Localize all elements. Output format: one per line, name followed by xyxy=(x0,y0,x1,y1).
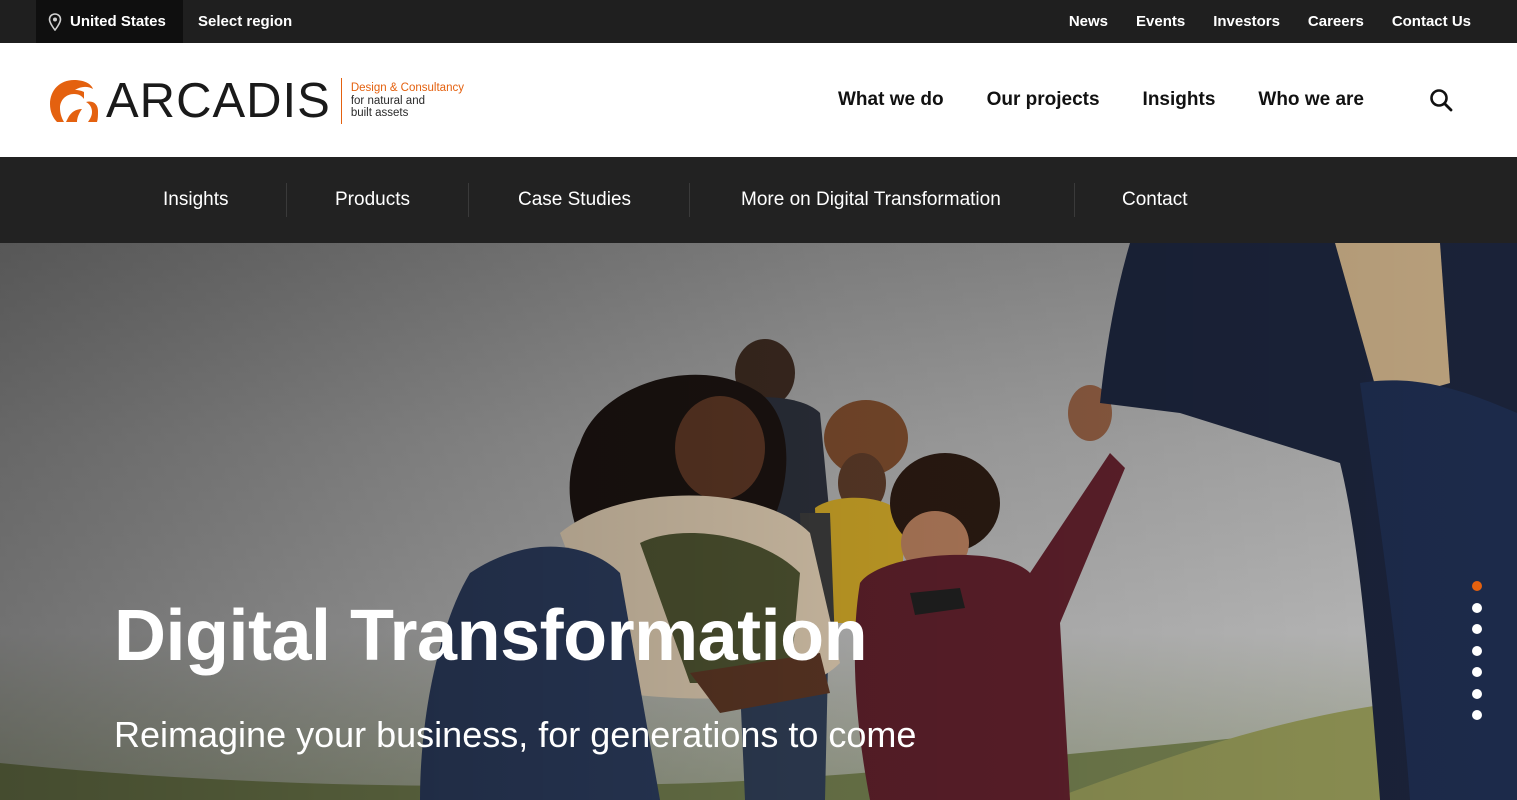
location-pin-icon xyxy=(48,12,62,31)
nav-insights[interactable]: Insights xyxy=(1143,89,1216,111)
subnav-divider xyxy=(468,183,469,217)
subnav-products[interactable]: Products xyxy=(335,157,410,243)
subnav-more-on-digital-transformation[interactable]: More on Digital Transformation xyxy=(741,157,1001,243)
nav-what-we-do[interactable]: What we do xyxy=(838,89,944,111)
contact-us-link[interactable]: Contact Us xyxy=(1392,13,1471,30)
investors-link[interactable]: Investors xyxy=(1213,13,1280,30)
region-label: United States xyxy=(70,13,166,30)
carousel-dots xyxy=(1472,581,1482,720)
carousel-dot[interactable] xyxy=(1472,667,1482,677)
subnav-case-studies[interactable]: Case Studies xyxy=(518,157,631,243)
news-link[interactable]: News xyxy=(1069,13,1108,30)
utility-links: News Events Investors Careers Contact Us xyxy=(1069,0,1471,43)
carousel-dot[interactable] xyxy=(1472,581,1482,591)
hero-title: Digital Transformation xyxy=(114,596,868,676)
tagline-line-3: built assets xyxy=(350,107,409,120)
current-region[interactable]: United States xyxy=(36,0,183,43)
carousel-dot[interactable] xyxy=(1472,688,1482,699)
search-icon[interactable] xyxy=(1428,87,1454,113)
careers-link[interactable]: Careers xyxy=(1308,13,1364,30)
subnav-insights[interactable]: Insights xyxy=(163,157,228,243)
arcadis-logo[interactable]: ARCADIS Design & Consultancy for natural… xyxy=(48,75,464,127)
main-header: ARCADIS Design & Consultancy for natural… xyxy=(0,43,1517,157)
section-sub-nav: Insights Products Case Studies More on D… xyxy=(0,157,1517,243)
events-link[interactable]: Events xyxy=(1136,13,1185,30)
subnav-divider xyxy=(689,183,690,217)
carousel-dot[interactable] xyxy=(1472,710,1482,720)
carousel-dot[interactable] xyxy=(1472,602,1482,613)
hero-banner: Digital Transformation Reimagine your bu… xyxy=(0,243,1517,800)
logo-divider xyxy=(340,78,342,124)
subnav-contact[interactable]: Contact xyxy=(1122,157,1187,243)
hero-subtitle: Reimagine your business, for generations… xyxy=(114,714,917,755)
nav-our-projects[interactable]: Our projects xyxy=(987,89,1100,111)
utility-bar: United States Select region News Events … xyxy=(0,0,1517,43)
main-nav: What we do Our projects Insights Who we … xyxy=(838,43,1364,157)
carousel-dot[interactable] xyxy=(1472,645,1482,656)
logo-wordmark: ARCADIS xyxy=(106,73,331,128)
arcadis-logo-mark-icon xyxy=(50,80,98,122)
select-region-link[interactable]: Select region xyxy=(198,0,292,43)
carousel-dot[interactable] xyxy=(1472,624,1482,634)
subnav-divider xyxy=(286,183,287,217)
nav-who-we-are[interactable]: Who we are xyxy=(1258,89,1364,111)
tagline-line-1: Design & Consultancy xyxy=(350,82,464,95)
logo-tagline: Design & Consultancy for natural and bui… xyxy=(351,82,464,120)
tagline-line-2: for natural and xyxy=(350,94,425,107)
subnav-divider xyxy=(1074,183,1075,217)
